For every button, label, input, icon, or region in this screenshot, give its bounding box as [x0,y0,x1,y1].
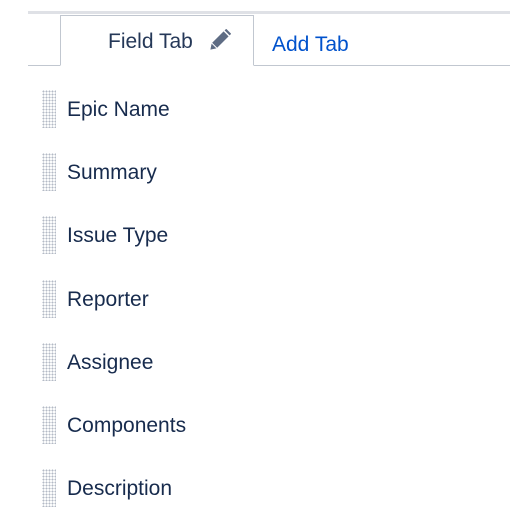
field-row-description[interactable]: Description [40,459,500,522]
field-row-reporter[interactable]: Reporter [40,270,500,333]
field-label: Issue Type [67,224,169,248]
field-label: Components [67,413,187,437]
pencil-icon[interactable] [209,28,232,51]
drag-handle-icon[interactable] [42,469,56,508]
tab-field-tab[interactable]: Field Tab [60,15,254,66]
field-label: Reporter [67,287,149,311]
field-label: Summary [67,161,157,185]
field-label: Epic Name [67,98,170,121]
add-tab-link[interactable]: Add Tab [272,33,349,57]
field-row-components[interactable]: Components [40,396,500,459]
field-list: Epic Name Summary Issue Type Reporter As… [40,80,500,522]
field-row-epic-name[interactable]: Epic Name [40,80,500,143]
field-row-summary[interactable]: Summary [40,143,500,206]
drag-handle-icon[interactable] [42,342,56,381]
field-row-issue-type[interactable]: Issue Type [40,206,500,269]
drag-handle-icon[interactable] [42,153,56,192]
tab-label: Field Tab [108,30,193,53]
drag-handle-icon[interactable] [42,405,56,444]
drag-handle-icon[interactable] [42,279,56,318]
field-label: Assignee [67,350,154,374]
drag-handle-icon[interactable] [42,216,56,255]
drag-handle-icon[interactable] [42,90,56,128]
field-label: Description [67,477,173,501]
field-row-assignee[interactable]: Assignee [40,333,500,396]
tab-bar: Field Tab Add Tab [28,14,510,66]
